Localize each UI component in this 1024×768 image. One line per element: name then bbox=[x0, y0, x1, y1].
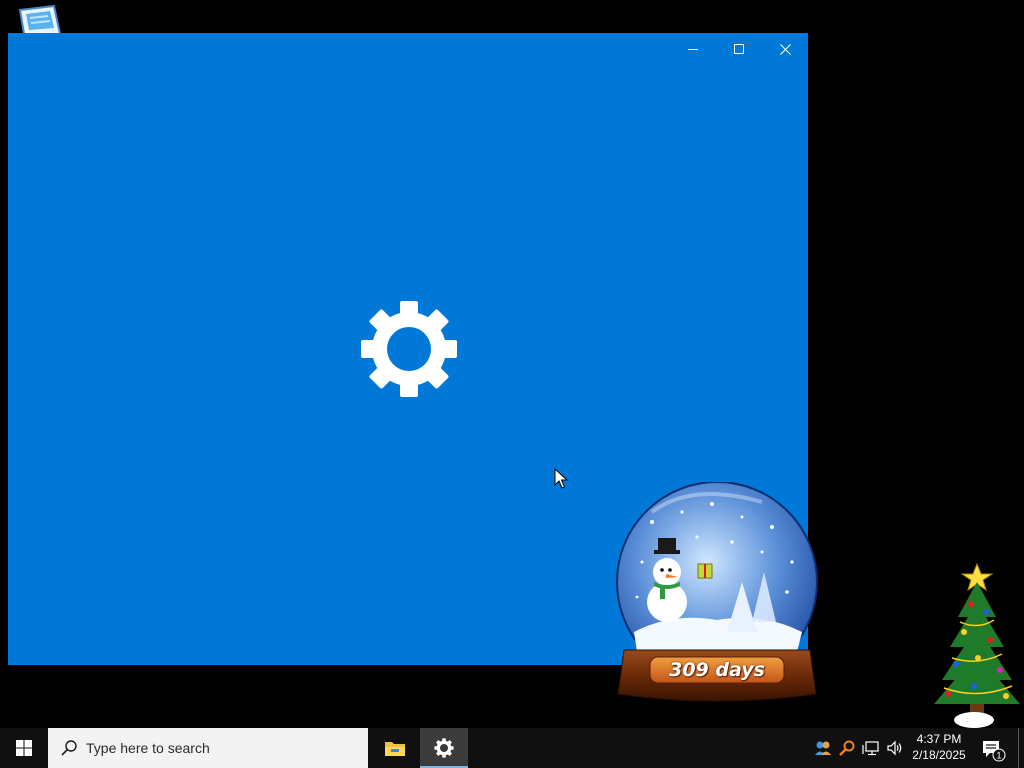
taskbar-file-explorer[interactable] bbox=[371, 728, 419, 768]
tray-network-icon[interactable] bbox=[861, 738, 881, 758]
window-titlebar[interactable] bbox=[8, 33, 808, 65]
notification-icon: 1 bbox=[983, 741, 1006, 762]
minimize-icon bbox=[688, 49, 698, 50]
taskbar-settings[interactable] bbox=[420, 728, 468, 768]
action-center-button[interactable]: 1 bbox=[980, 736, 1006, 762]
taskbar-search-box[interactable]: Type here to search bbox=[48, 728, 368, 768]
network-icon bbox=[862, 741, 879, 756]
start-button[interactable] bbox=[0, 728, 48, 768]
minimize-button[interactable] bbox=[670, 33, 716, 65]
clock-time: 4:37 PM bbox=[916, 732, 962, 746]
tray-people-icon[interactable] bbox=[813, 738, 833, 758]
people-icon bbox=[815, 741, 831, 755]
maximize-button[interactable] bbox=[716, 33, 762, 65]
taskbar: Type here to search 4:37 PM 2/18/2025 1 bbox=[0, 728, 1024, 768]
days-countdown-label: 309 days bbox=[669, 659, 765, 681]
folder-icon bbox=[385, 742, 405, 756]
snow-globe-gadget[interactable]: 309 days bbox=[612, 481, 822, 704]
clock-date: 2/18/2025 bbox=[912, 748, 966, 762]
mouse-cursor-icon bbox=[554, 468, 568, 489]
christmas-tree-icon bbox=[934, 562, 1020, 728]
close-button[interactable] bbox=[762, 33, 808, 65]
desktop: 309 days bbox=[0, 0, 1024, 728]
search-icon bbox=[839, 740, 855, 756]
search-placeholder: Type here to search bbox=[86, 740, 210, 756]
christmas-tree-gadget[interactable] bbox=[926, 562, 1022, 730]
tray-clock[interactable]: 4:37 PM 2/18/2025 bbox=[905, 731, 973, 765]
tray-search-icon[interactable] bbox=[837, 738, 857, 758]
gear-icon bbox=[361, 301, 457, 397]
search-icon bbox=[61, 740, 77, 756]
close-icon bbox=[779, 43, 791, 55]
volume-icon bbox=[887, 740, 902, 756]
desktop-shortcut-icon[interactable] bbox=[14, 4, 64, 35]
windows-logo-icon bbox=[16, 740, 32, 756]
show-desktop-button[interactable] bbox=[1018, 728, 1024, 768]
tray-volume-icon[interactable] bbox=[885, 738, 905, 758]
gear-icon bbox=[434, 738, 454, 758]
maximize-icon bbox=[734, 44, 744, 54]
notification-count: 1 bbox=[996, 751, 1001, 761]
